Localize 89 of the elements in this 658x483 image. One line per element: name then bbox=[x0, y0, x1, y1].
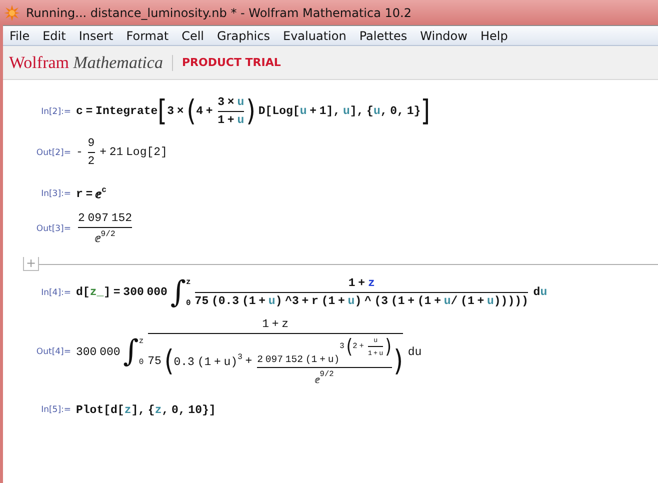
math-text: 2 097 152 (1 + u) bbox=[257, 354, 340, 364]
variable: u bbox=[373, 105, 380, 118]
math-text: ], { bbox=[350, 105, 374, 118]
math-text: ) ^3 + r (1 + bbox=[275, 295, 346, 308]
cell-label: In[2]:= bbox=[40, 106, 72, 116]
math-text: ] = 300 000 bbox=[104, 286, 168, 300]
variable: u bbox=[300, 105, 307, 118]
math-text: 3 × bbox=[218, 96, 236, 109]
cell-label: In[5]:= bbox=[40, 405, 72, 416]
math-text: 75 bbox=[148, 354, 162, 368]
variable: u bbox=[342, 105, 350, 118]
math-text: + 21 Log[2] bbox=[98, 146, 168, 159]
math-text: ⅇ bbox=[314, 374, 320, 386]
upper-limit: z bbox=[186, 278, 191, 287]
math-text: 1 + bbox=[348, 277, 366, 290]
bracket: ( bbox=[164, 346, 174, 376]
bracket: [ bbox=[158, 97, 168, 126]
math-text: Plot[d[ bbox=[76, 404, 124, 417]
math-text: , 0, 10}] bbox=[162, 404, 216, 417]
integral-sign: ∫ bbox=[170, 278, 186, 308]
math-text: / (1 + bbox=[450, 295, 486, 308]
variable: z_ bbox=[90, 286, 104, 300]
menu-item[interactable]: Palettes bbox=[352, 28, 414, 42]
lower-limit: 0 bbox=[186, 298, 191, 308]
math-text: 75 (0.3 (1 + bbox=[194, 295, 267, 308]
cell-label: Out[2]= bbox=[35, 148, 72, 158]
math-text: ))))) bbox=[494, 295, 528, 308]
window-title: Running... distance_luminosity.nb * - Wolfram Mathematica 10.2 bbox=[26, 6, 412, 20]
bracket: ) bbox=[246, 97, 256, 126]
math-text: 2 bbox=[88, 155, 95, 168]
variable: u bbox=[444, 295, 451, 308]
math-text: ⅇ bbox=[94, 232, 101, 246]
math-text: 3 bbox=[238, 352, 242, 362]
variable: z bbox=[368, 277, 375, 290]
math-text: r = bbox=[76, 188, 94, 201]
lower-limit: 0 bbox=[138, 358, 144, 367]
math-text: 1 + z bbox=[262, 318, 289, 332]
math-text: 300 000 bbox=[76, 346, 122, 358]
menu-item[interactable]: Window bbox=[414, 28, 474, 42]
math-text: - bbox=[76, 146, 84, 159]
variable: u bbox=[268, 295, 276, 308]
cell-label: In[3]:= bbox=[40, 189, 72, 200]
integral-sign: ∫ bbox=[123, 337, 139, 367]
menu-item[interactable]: Edit bbox=[36, 28, 72, 42]
bracket: ) bbox=[385, 337, 392, 357]
math-text: c = Integrate bbox=[76, 105, 158, 118]
variable: u bbox=[487, 295, 494, 308]
math-text: 4 + bbox=[196, 105, 214, 118]
math-text: D[Log[ bbox=[257, 105, 300, 118]
variable: u bbox=[237, 114, 244, 127]
math-text: ⅇ bbox=[96, 188, 102, 202]
logo-text: Wolfram Mathematica bbox=[9, 52, 163, 72]
starburst-icon bbox=[4, 4, 20, 20]
upper-limit: z bbox=[138, 337, 144, 346]
math-text: 3 × bbox=[167, 105, 185, 118]
math-text: + bbox=[244, 354, 254, 368]
math-text: , 0, 1} bbox=[380, 105, 421, 118]
math-text: ], { bbox=[131, 404, 155, 417]
math-text: + 1], bbox=[308, 105, 342, 118]
bracket: ( bbox=[346, 337, 353, 357]
menu-item[interactable]: Insert bbox=[72, 28, 120, 42]
menu-item[interactable]: File bbox=[3, 28, 36, 42]
math-text: d bbox=[532, 286, 540, 300]
math-text: 0.3 (1 + u) bbox=[174, 356, 238, 370]
math-text: ) ^ (3 (1 + (1 + bbox=[354, 295, 442, 308]
variable: u bbox=[237, 96, 244, 109]
math-text: 2 097 152 bbox=[78, 212, 132, 226]
math-text: 9/2 bbox=[100, 230, 116, 240]
menu-item[interactable]: Help bbox=[474, 28, 514, 42]
math-text: d[ bbox=[76, 286, 90, 300]
cell-label: In[4]:= bbox=[40, 288, 72, 298]
math-text: 1 + bbox=[218, 114, 236, 127]
menu-item[interactable]: Evaluation bbox=[276, 28, 353, 42]
variable: u bbox=[348, 295, 355, 308]
cell-label: Out[3]= bbox=[35, 224, 72, 234]
variable: z bbox=[154, 404, 162, 417]
math-text: du bbox=[406, 346, 422, 358]
variable: z bbox=[124, 404, 132, 417]
menu-item[interactable]: Graphics bbox=[210, 28, 276, 42]
bracket: ] bbox=[420, 97, 430, 126]
menu-item[interactable]: Cell bbox=[175, 28, 210, 42]
cell-label: Out[4]= bbox=[35, 347, 72, 357]
bracket: ( bbox=[186, 97, 196, 126]
menu-item[interactable]: Format bbox=[120, 28, 176, 42]
bracket: ) bbox=[394, 346, 403, 376]
variable: u bbox=[540, 286, 548, 300]
math-text: 9 bbox=[88, 137, 95, 150]
math-text: c bbox=[102, 186, 106, 195]
trial-label: PRODUCT TRIAL bbox=[182, 56, 281, 69]
